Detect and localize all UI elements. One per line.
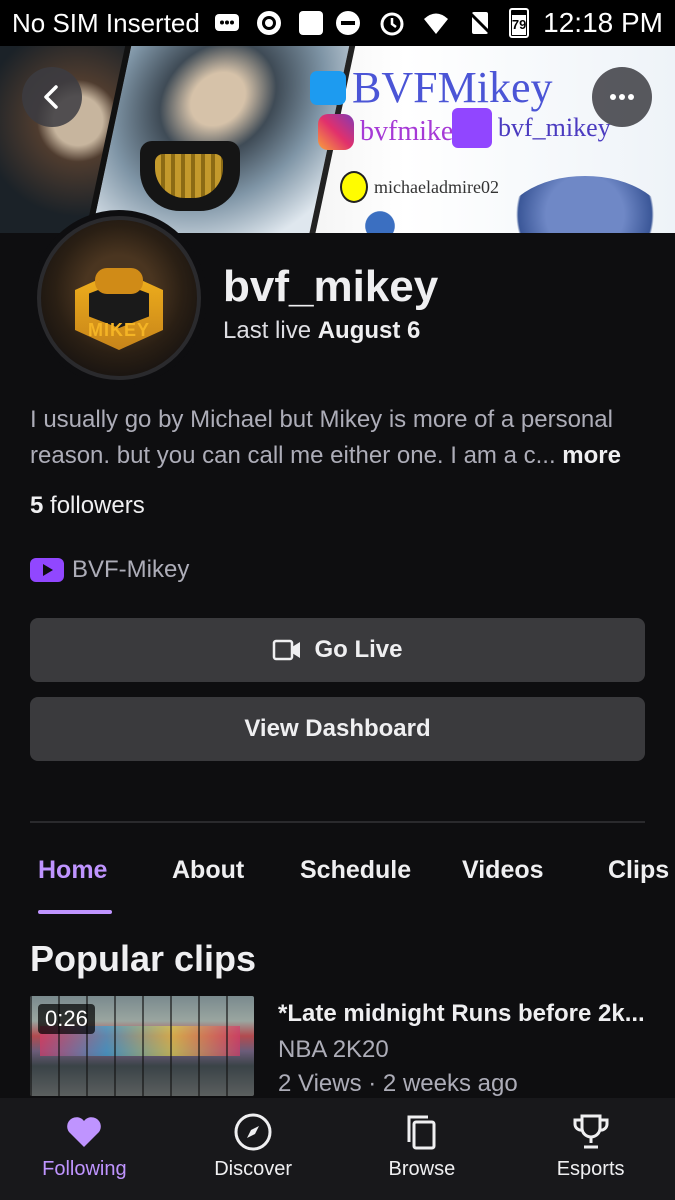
clip-title[interactable]: *Late midnight Runs before 2k... [278,1000,645,1028]
last-live-label: Last live [223,317,312,344]
avatar[interactable]: MIKEY [31,210,207,386]
nav-browse-label: Browse [388,1158,456,1180]
video-camera-icon [273,639,301,661]
clip-thumbnail[interactable]: 0:26 [30,996,254,1096]
banner-instagram: bvfmikey [318,114,467,150]
wifi-icon [421,8,451,38]
followers-number: 5 [30,492,44,519]
nav-esports-label: Esports [556,1158,625,1180]
banner-snapchat-handle: michaeladmire02 [374,176,499,197]
go-live-label: Go Live [314,636,403,663]
go-live-button[interactable]: Go Live [30,618,645,682]
status-bar: No SIM Inserted 79 12:18 PM [0,0,675,46]
alarm-icon [377,8,407,38]
channel-username: bvf_mikey [223,262,439,311]
profile-tabs: Home About Schedule Videos Clips [0,846,675,916]
nav-discover[interactable]: Discover [169,1098,338,1200]
followers-label: followers [50,492,145,519]
view-dashboard-label: View Dashboard [244,715,431,742]
banner-twitch: bvf_mikey [452,108,611,148]
tab-videos[interactable]: Videos [462,856,544,885]
banner-flower [350,206,410,233]
gamepad-icon [95,268,143,294]
nav-esports[interactable]: Esports [506,1098,675,1200]
twitter-logo-icon [310,70,346,105]
more-options-button[interactable] [592,67,652,127]
tab-home[interactable]: Home [38,856,107,885]
banner-character [500,176,670,233]
clip-duration: 0:26 [38,1004,95,1034]
bio-text: I usually go by Michael but Mikey is mor… [30,406,613,469]
followers-count[interactable]: 5 followers [30,492,145,520]
avatar-image: MIKEY [37,216,201,380]
clip-game[interactable]: NBA 2K20 [278,1036,389,1064]
no-signal-icon [465,8,495,38]
compass-icon [234,1113,272,1151]
nav-following[interactable]: Following [0,1098,169,1200]
clock: 12:18 PM [543,7,663,38]
avatar-text: MIKEY [87,320,150,340]
clip-item[interactable]: 0:26 *Late midnight Runs before 2k... NB… [30,996,645,1096]
youtube-link[interactable]: BVF-Mikey [30,556,189,584]
battery-icon: 79 [509,8,530,38]
tab-schedule[interactable]: Schedule [300,856,411,885]
chevron-left-icon [44,85,58,109]
instagram-logo-icon [318,114,354,150]
youtube-link-label: BVF-Mikey [72,556,190,583]
browse-icon [407,1115,436,1150]
app-icon [254,8,284,38]
popular-clips-title: Popular clips [30,938,257,979]
tab-about[interactable]: About [172,856,244,885]
bio-more-link[interactable]: more [562,442,621,469]
twitch-logo-icon [452,108,492,148]
do-not-disturb-icon [333,8,363,38]
channel-bio: I usually go by Michael but Mikey is mor… [30,402,645,474]
active-tab-indicator [38,910,112,914]
banner-snapchat: michaeladmire02 [340,171,499,203]
profile-banner: BVFMikey bvfmikey bvf_mikey michaeladmir… [0,46,675,233]
carrier-text: No SIM Inserted [12,7,200,38]
divider [30,821,645,823]
last-live-date: August 6 [317,317,421,344]
banner-twitch-handle: bvf_mikey [498,113,611,142]
nav-discover-label: Discover [214,1158,293,1180]
nav-browse[interactable]: Browse [338,1098,507,1200]
nav-following-label: Following [42,1158,127,1180]
snapchat-logo-icon [340,171,368,203]
tab-clips[interactable]: Clips [608,856,669,885]
back-button[interactable] [22,67,82,127]
bottom-nav: Following Discover Browse Esports [0,1098,675,1200]
banner-twitter: BVFMikey [310,62,552,113]
clip-meta: 2 Views · 2 weeks ago [278,1070,518,1096]
banner-twitter-handle: BVFMikey [352,63,553,112]
battery-level: 79 [511,17,527,32]
heart-icon [67,1117,102,1147]
message-icon [212,8,242,38]
view-dashboard-button[interactable]: View Dashboard [30,697,645,761]
last-live: Last live August 6 [223,317,420,345]
youtube-icon [30,558,64,582]
more-dots-icon [610,94,634,100]
blank-app-icon [296,8,326,38]
trophy-icon [573,1114,609,1149]
